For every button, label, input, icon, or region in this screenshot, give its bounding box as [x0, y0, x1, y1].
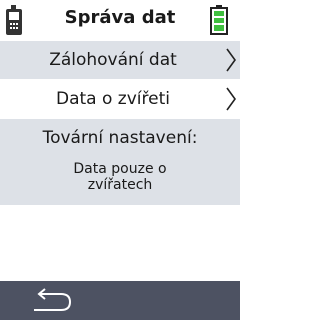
battery-full-icon — [210, 5, 228, 35]
factory-reset-item[interactable]: Tovární nastavení: Data pouze o zvířatec… — [0, 119, 240, 205]
chevron-right-icon — [226, 48, 236, 72]
menu-item-label: Data o zvířeti — [56, 89, 170, 109]
menu-item-data-backup[interactable]: Zálohování dat — [0, 41, 240, 79]
menu-item-animal-data[interactable]: Data o zvířeti — [0, 80, 240, 118]
factory-reset-title: Tovární nastavení: — [42, 128, 198, 148]
chevron-right-icon — [226, 87, 236, 111]
factory-reset-subtitle: Data pouze o zvířatech — [73, 161, 167, 193]
header-bar: Správa dat — [0, 0, 240, 39]
menu-item-label: Zálohování dat — [49, 50, 177, 70]
page-title: Správa dat — [64, 7, 176, 28]
back-arrow-icon[interactable] — [30, 288, 74, 314]
footer-bar — [0, 281, 240, 320]
